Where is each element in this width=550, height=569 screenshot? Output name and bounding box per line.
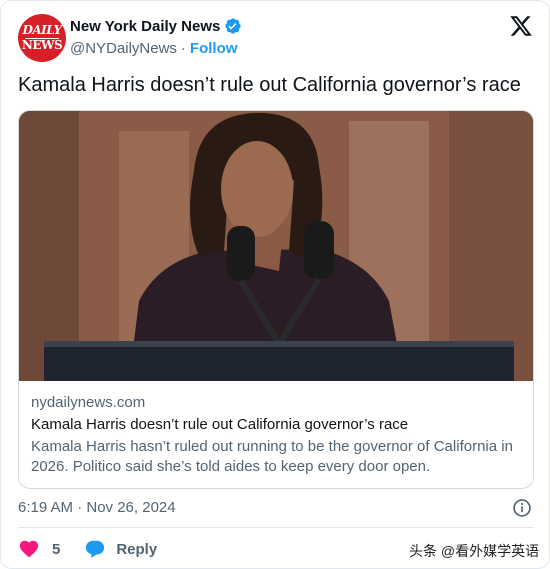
link-preview-card[interactable]: nydailynews.com Kamala Harris doesn’t ru… [18,110,534,489]
reply-label: Reply [116,540,158,558]
account-name[interactable]: New York Daily News [70,18,220,35]
link-title[interactable]: Kamala Harris doesn’t rule out Californi… [31,416,523,433]
tweet-text: Kamala Harris doesn’t rule out Californi… [18,74,521,96]
verified-badge-icon [225,18,242,34]
info-icon[interactable] [512,498,532,518]
account-avatar[interactable]: DAILY NEWS [18,14,66,62]
like-button[interactable]: 5 [18,538,60,560]
link-description: Kamala Harris hasn’t ruled out running t… [31,438,513,475]
tweet-timestamp[interactable]: 6:19 AM · Nov 26, 2024 [18,499,176,516]
reply-button[interactable]: Reply [84,538,157,560]
reply-bubble-icon [86,540,105,558]
account-handle-row: @NYDailyNews · Follow [70,40,237,57]
avatar-logo-line2: NEWS [21,37,63,52]
x-logo-icon[interactable] [509,14,533,38]
tweet-embed-card: DAILY NEWS New York Daily News @NYDailyN… [0,0,550,569]
link-meta: nydailynews.com Kamala Harris doesn’t ru… [31,394,523,477]
link-domain: nydailynews.com [31,394,146,411]
article-photo [19,111,533,381]
account-name-row: New York Daily News [70,17,242,35]
follow-button[interactable]: Follow [190,40,238,57]
account-handle[interactable]: @NYDailyNews [70,40,177,57]
like-count: 5 [52,540,61,558]
watermark-text: 头条 @看外媒学英语 [409,543,540,559]
article-photo-illustration [19,111,533,381]
handle-separator: · [180,40,186,57]
tweet-actions: 5 Reply [18,538,157,560]
avatar-logo-line1: DAILY [22,23,62,38]
footer-divider [18,527,534,528]
heart-icon [19,540,39,558]
